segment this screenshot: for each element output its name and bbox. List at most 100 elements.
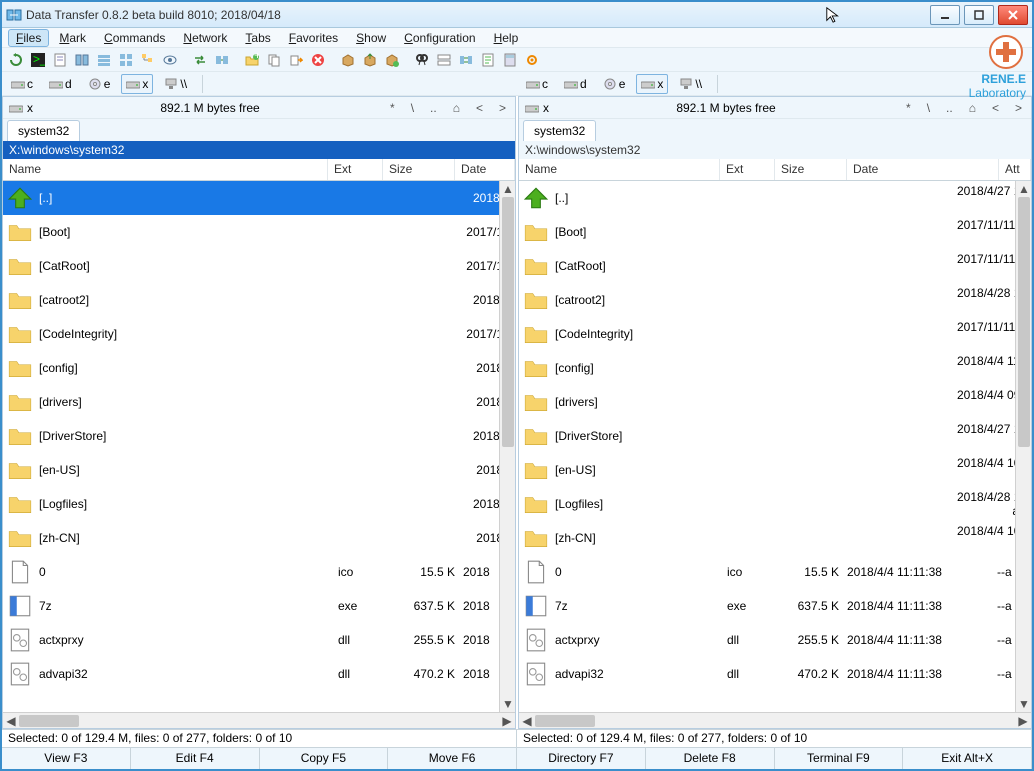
- drive-\\[interactable]: \\: [674, 74, 707, 94]
- fn-button-2[interactable]: Copy F5: [260, 748, 389, 769]
- file-row[interactable]: [Boot]2017/11/11 19:10:14d--: [519, 215, 1031, 249]
- tool-refresh-icon[interactable]: [6, 50, 26, 70]
- file-row[interactable]: [catroot2]2018/4/28 14:47:43d--: [519, 283, 1031, 317]
- file-row[interactable]: [CodeIntegrity]2017/11/11 19:10:18d--: [519, 317, 1031, 351]
- tool-list-icon[interactable]: [94, 50, 114, 70]
- file-row[interactable]: [drivers]2018/4/4 09:45:22d--: [519, 385, 1031, 419]
- file-row[interactable]: 0ico15.5 K2018: [3, 555, 515, 589]
- nav-home[interactable]: ⌂: [450, 101, 463, 115]
- fn-button-5[interactable]: Delete F8: [646, 748, 775, 769]
- right-vscroll[interactable]: ▲▼: [1015, 181, 1031, 712]
- file-row[interactable]: [zh-CN]2018/4/4 10:44:26d--: [519, 521, 1031, 555]
- tool-calc-icon[interactable]: [500, 50, 520, 70]
- right-tab[interactable]: system32: [523, 120, 596, 141]
- col-date[interactable]: Date: [455, 159, 515, 180]
- file-row[interactable]: [Logfiles]2018/: [3, 487, 515, 521]
- menu-help[interactable]: Help: [486, 29, 527, 47]
- menu-network[interactable]: Network: [175, 29, 235, 47]
- drive-d[interactable]: d: [44, 74, 77, 94]
- file-row[interactable]: [DriverStore]2018/4/27 10:52:49d--: [519, 419, 1031, 453]
- file-row[interactable]: 7zexe637.5 K2018: [3, 589, 515, 623]
- file-row[interactable]: [CatRoot]2017/1: [3, 249, 515, 283]
- left-tab[interactable]: system32: [7, 120, 80, 141]
- tool-terminal-icon[interactable]: >_: [28, 50, 48, 70]
- tool-notepad-icon[interactable]: [50, 50, 70, 70]
- col-size[interactable]: Size: [383, 159, 455, 180]
- file-row[interactable]: [DriverStore]2018/: [3, 419, 515, 453]
- menu-tabs[interactable]: Tabs: [237, 29, 278, 47]
- tool-unpack-icon[interactable]: [360, 50, 380, 70]
- left-current-drive[interactable]: x: [9, 101, 33, 115]
- minimize-button[interactable]: [930, 5, 960, 25]
- fn-button-6[interactable]: Terminal F9: [775, 748, 904, 769]
- file-row[interactable]: [en-US]2018: [3, 453, 515, 487]
- tool-config-icon[interactable]: [522, 50, 542, 70]
- fn-button-0[interactable]: View F3: [2, 748, 131, 769]
- right-path[interactable]: X:\windows\system32: [519, 141, 1031, 159]
- file-row[interactable]: 7zexe637.5 K2018/4/4 11:11:38--a: [519, 589, 1031, 623]
- menu-favorites[interactable]: Favorites: [281, 29, 346, 47]
- left-file-list[interactable]: [..]2018/[Boot]2017/1[CatRoot]2017/1[cat…: [3, 181, 515, 712]
- nav-forward[interactable]: >: [496, 101, 509, 115]
- fn-button-3[interactable]: Move F6: [388, 748, 517, 769]
- file-row[interactable]: [CatRoot]2017/11/11 19:10:14d--: [519, 249, 1031, 283]
- drive-x[interactable]: x: [636, 74, 668, 94]
- drive-\\[interactable]: \\: [159, 74, 192, 94]
- tool-properties-icon[interactable]: [478, 50, 498, 70]
- tool-view-icon[interactable]: [72, 50, 92, 70]
- file-row[interactable]: [Boot]2017/1: [3, 215, 515, 249]
- right-file-list[interactable]: [..]2018/4/27 10:52:45d--[Boot]2017/11/1…: [519, 181, 1031, 712]
- drive-c[interactable]: c: [521, 74, 553, 94]
- drive-e[interactable]: e: [598, 74, 631, 94]
- fn-button-4[interactable]: Directory F7: [517, 748, 646, 769]
- menu-mark[interactable]: Mark: [51, 29, 94, 47]
- file-row[interactable]: 0ico15.5 K2018/4/4 11:11:38--a: [519, 555, 1031, 589]
- fn-button-7[interactable]: Exit Alt+X: [903, 748, 1032, 769]
- tool-delete-icon[interactable]: [308, 50, 328, 70]
- drive-e[interactable]: e: [83, 74, 116, 94]
- maximize-button[interactable]: [964, 5, 994, 25]
- drive-c[interactable]: c: [6, 74, 38, 94]
- tool-swap-icon[interactable]: [190, 50, 210, 70]
- file-row[interactable]: [..]2018/: [3, 181, 515, 215]
- nav-up[interactable]: ..: [427, 101, 440, 115]
- file-row[interactable]: actxprxydll255.5 K2018: [3, 623, 515, 657]
- left-hscroll[interactable]: ◀▶: [3, 712, 515, 728]
- file-row[interactable]: [config]2018/4/4 11:10:02d--: [519, 351, 1031, 385]
- tool-search-icon[interactable]: [412, 50, 432, 70]
- tool-thumbs-icon[interactable]: [116, 50, 136, 70]
- file-row[interactable]: [Logfiles]2018/4/28 14:47:38d-a: [519, 487, 1031, 521]
- tool-hidden-icon[interactable]: [160, 50, 180, 70]
- drive-x[interactable]: x: [121, 74, 153, 94]
- file-row[interactable]: [catroot2]2018/: [3, 283, 515, 317]
- tool-copy-icon[interactable]: [264, 50, 284, 70]
- file-row[interactable]: [en-US]2018/4/4 10:44:02d--: [519, 453, 1031, 487]
- right-hscroll[interactable]: ◀▶: [519, 712, 1031, 728]
- menu-show[interactable]: Show: [348, 29, 394, 47]
- file-row[interactable]: [..]2018/4/27 10:52:45d--: [519, 181, 1031, 215]
- tool-newfolder-icon[interactable]: +: [242, 50, 262, 70]
- file-row[interactable]: [CodeIntegrity]2017/1: [3, 317, 515, 351]
- tool-tree-icon[interactable]: [138, 50, 158, 70]
- file-row[interactable]: [config]2018: [3, 351, 515, 385]
- tool-multirename-icon[interactable]: [434, 50, 454, 70]
- nav-star[interactable]: *: [387, 101, 398, 115]
- file-row[interactable]: [zh-CN]2018: [3, 521, 515, 555]
- drive-d[interactable]: d: [559, 74, 592, 94]
- col-ext[interactable]: Ext: [328, 159, 383, 180]
- file-row[interactable]: actxprxydll255.5 K2018/4/4 11:11:38--a: [519, 623, 1031, 657]
- close-button[interactable]: [998, 5, 1028, 25]
- tool-sync-icon[interactable]: [456, 50, 476, 70]
- menu-files[interactable]: Files: [8, 29, 49, 47]
- file-row[interactable]: advapi32dll470.2 K2018/4/4 11:11:38--a: [519, 657, 1031, 691]
- tool-test-icon[interactable]: [382, 50, 402, 70]
- nav-root[interactable]: \: [408, 101, 417, 115]
- tool-pack-icon[interactable]: [338, 50, 358, 70]
- menu-commands[interactable]: Commands: [96, 29, 173, 47]
- left-path[interactable]: X:\windows\system32: [3, 141, 515, 159]
- right-current-drive[interactable]: x: [525, 101, 549, 115]
- tool-move-icon[interactable]: [286, 50, 306, 70]
- nav-back[interactable]: <: [473, 101, 486, 115]
- file-row[interactable]: [drivers]2018: [3, 385, 515, 419]
- tool-same-icon[interactable]: [212, 50, 232, 70]
